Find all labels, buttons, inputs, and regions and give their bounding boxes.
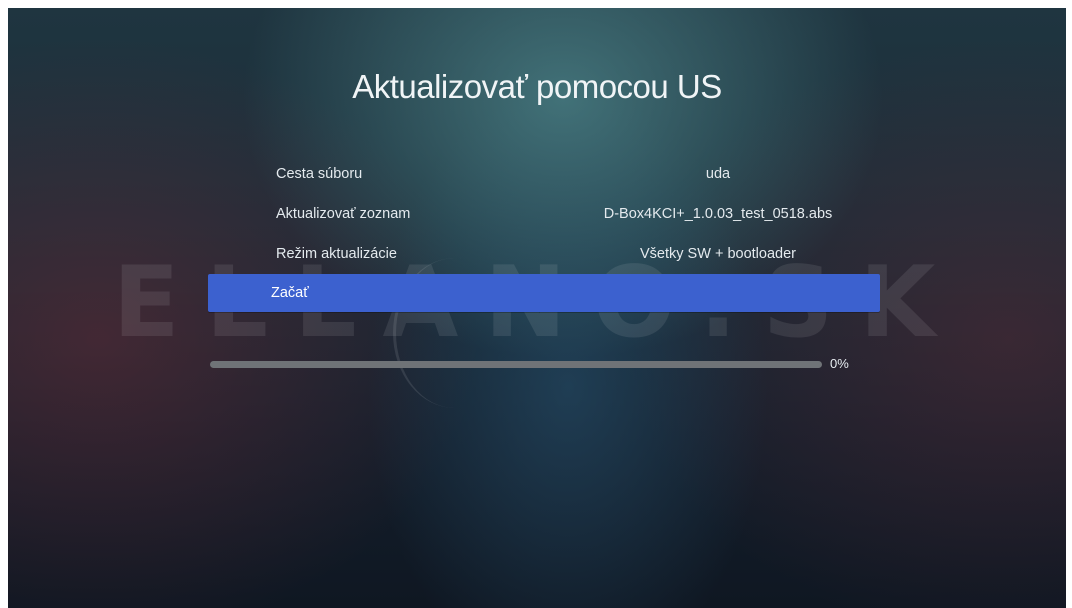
menu-item-value: uda — [705, 166, 731, 182]
start-button-label: Začať — [271, 285, 309, 301]
progress-percent: 0% — [830, 356, 849, 371]
menu-item-label: Cesta súboru — [276, 166, 363, 182]
page-title: Aktualizovať pomocou US — [352, 68, 722, 105]
menu-item-value: Všetky SW + bootloader — [640, 246, 796, 262]
progress-bar — [210, 361, 822, 368]
menu-item-value: D-Box4KCI+_1.0.03_test_0518.abs — [603, 206, 833, 222]
menu-item-update-mode[interactable]: Režim aktualizácie Všetky SW + bootloade… — [208, 235, 880, 273]
start-button[interactable]: Začať — [208, 274, 880, 312]
update-screen: ELLANO.SK Aktualizovať pomocou US Cesta … — [8, 8, 1066, 608]
menu-item-label: Režim aktualizácie — [276, 246, 397, 262]
menu-item-update-list[interactable]: Aktualizovať zoznam D-Box4KCI+_1.0.03_te… — [208, 195, 880, 233]
menu-item-label: Aktualizovať zoznam — [276, 206, 411, 222]
menu-item-file-path[interactable]: Cesta súboru uda — [208, 155, 880, 193]
